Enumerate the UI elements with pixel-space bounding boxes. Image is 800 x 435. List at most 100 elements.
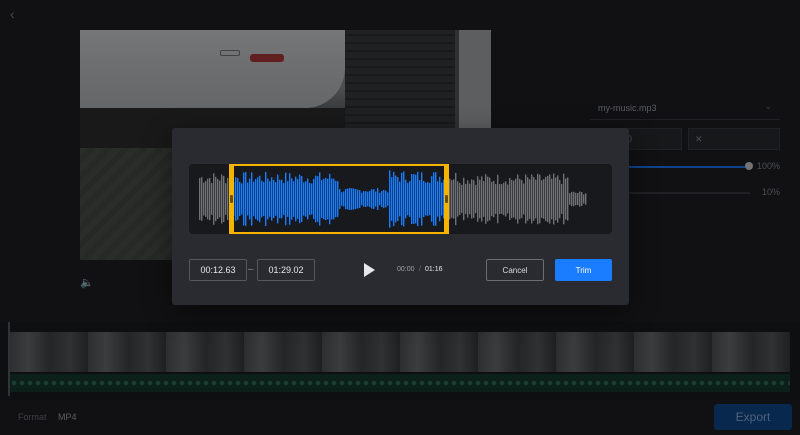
trim-start-handle[interactable] [229,164,234,234]
waveform-bar [485,174,487,224]
waveform-bar [535,179,537,219]
waveform-bar [517,174,519,224]
waveform-bar [547,175,549,223]
waveform-bar [451,180,453,218]
waveform-bar [487,176,489,222]
waveform-bar [499,183,501,215]
waveform-bar [501,184,503,214]
waveform-bar [203,182,205,216]
waveform-bar [525,174,527,224]
waveform-bar [515,178,517,220]
waveform-bar [575,192,577,206]
waveform-bar [469,183,471,215]
waveform-bar [219,180,221,218]
time-divider: / [419,266,421,273]
waveform-bar [523,183,525,215]
waveform-bar [473,180,475,218]
waveform-bar [221,174,223,224]
trim-end-handle[interactable] [444,164,449,234]
waveform-bar [563,173,565,225]
waveform-bar [449,178,451,220]
grip-icon [230,195,233,203]
waveform-bar [579,191,581,207]
waveform-bar [529,179,531,219]
waveform-bar [497,174,499,224]
selection-duration: 01:16 [425,266,443,273]
waveform-bar [503,182,505,216]
waveform-bar [211,183,213,215]
waveform-bar [569,193,571,205]
waveform-bar [555,177,557,221]
waveform-bar [471,179,473,219]
waveform-bar [483,181,485,217]
waveform-bar [513,180,515,218]
waveform-bar [479,179,481,219]
waveform-bar [201,177,203,221]
play-icon [364,263,375,277]
trim-selection[interactable] [229,164,447,234]
waveform-bar [223,175,225,223]
waveform-bar [561,184,563,214]
waveform-bar [571,191,573,207]
waveform-bar [491,181,493,217]
waveform-bar [553,173,555,225]
waveform-bar [583,194,585,204]
trim-end-input[interactable] [257,259,315,281]
waveform-bar [567,177,569,221]
waveform-bar [453,179,455,219]
waveform-bar [493,180,495,218]
waveform-bar [495,184,497,214]
waveform-bar [509,178,511,220]
waveform-bar [533,177,535,221]
trim-start-input[interactable] [189,259,247,281]
waveform-bar [463,177,465,221]
waveform-bar [581,192,583,206]
waveform-bar [459,183,461,215]
waveform-bar [511,179,513,219]
waveform-bar [489,177,491,221]
waveform-editor[interactable] [189,164,612,234]
waveform-bar [505,181,507,217]
waveform-bar [557,175,559,223]
waveform-bar [225,183,227,215]
waveform-bar [565,178,567,220]
waveform-bar [585,193,587,205]
grip-icon [445,195,448,203]
waveform-bar [519,178,521,220]
waveform-bar [527,177,529,221]
current-time: 00:00 [397,266,415,273]
waveform-bar [205,181,207,217]
waveform-bar [521,180,523,218]
waveform-bar [577,193,579,205]
waveform-bar [461,184,463,214]
waveform-bar [455,172,457,226]
waveform-bar [549,174,551,224]
waveform-bar [531,174,533,224]
waveform-bar [209,177,211,221]
waveform-bar [207,178,209,220]
waveform-bar [543,179,545,219]
waveform-bar [551,178,553,220]
cancel-button[interactable]: Cancel [486,259,544,281]
waveform-bar [199,178,201,220]
range-separator: – [248,264,254,275]
waveform-bar [545,176,547,222]
waveform-bar [475,184,477,214]
waveform-bar [541,180,543,218]
waveform-bar [507,184,509,214]
waveform-bar [465,183,467,215]
waveform-bar [217,179,219,219]
trim-audio-dialog: – 00:00 / 01:16 Cancel Trim [172,128,629,305]
waveform-bar [537,173,539,225]
waveform-bar [481,176,483,222]
waveform-bar [559,179,561,219]
trim-button[interactable]: Trim [555,259,612,281]
waveform-bar [457,181,459,217]
waveform-bar [215,176,217,222]
waveform-bar [539,174,541,224]
waveform-bar [573,191,575,207]
waveform-bar [467,180,469,218]
waveform-bar [213,173,215,225]
waveform-bar [477,176,479,222]
play-button[interactable] [362,262,376,278]
